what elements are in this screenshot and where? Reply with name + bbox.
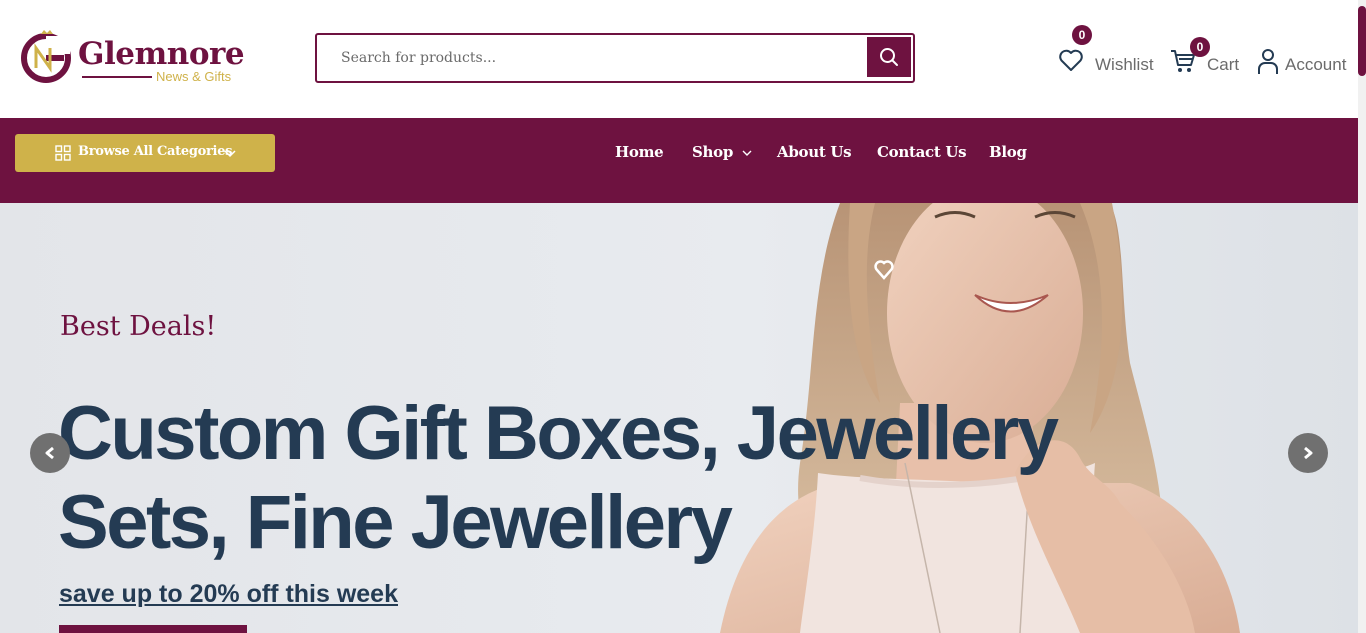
search-button[interactable] — [867, 37, 911, 77]
logo-tagline: News & Gifts — [156, 69, 232, 84]
cart-label: Cart — [1207, 55, 1240, 74]
chevron-right-icon — [1304, 446, 1313, 460]
search-icon — [880, 48, 898, 66]
wishlist-count-badge: 0 — [1072, 25, 1092, 45]
logo-emblem-icon — [21, 30, 71, 83]
slider-next-button[interactable] — [1288, 433, 1328, 473]
hero-cta-button[interactable] — [59, 625, 247, 633]
hero-title: Custom Gift Boxes, Jewellery Sets, Fine … — [58, 391, 1059, 565]
nav-contact-us[interactable]: Contact Us — [877, 143, 967, 161]
search-input[interactable] — [317, 35, 857, 81]
site-header: Glemnore News & Gifts 0 Wishlist 0 Cart — [0, 0, 1358, 118]
hero-slider: Best Deals! Custom Gift Boxes, Jewellery… — [0, 203, 1358, 633]
site-logo[interactable]: Glemnore News & Gifts — [20, 28, 250, 88]
cart-count-badge: 0 — [1190, 37, 1210, 57]
nav-home[interactable]: Home — [615, 143, 664, 161]
nav-shop[interactable]: Shop — [692, 143, 752, 161]
main-navbar: Browse All Categories Home Shop About Us… — [0, 118, 1358, 203]
user-icon — [1258, 49, 1278, 74]
hero-kicker: Best Deals! — [60, 311, 217, 342]
grid-icon — [55, 145, 71, 161]
search-bar — [315, 33, 915, 83]
account-label: Account — [1285, 55, 1347, 74]
cart-link[interactable]: 0 Cart — [1169, 37, 1241, 81]
page-scrollbar[interactable] — [1358, 0, 1366, 633]
wishlist-link[interactable]: 0 Wishlist — [1058, 25, 1154, 81]
logo-wordmark: Glemnore — [78, 36, 245, 72]
nav-shop-label: Shop — [692, 143, 734, 161]
chevron-down-icon — [224, 150, 236, 158]
browse-categories-button[interactable]: Browse All Categories — [15, 134, 275, 172]
slider-prev-button[interactable] — [30, 433, 70, 473]
logo-divider — [82, 76, 152, 78]
nav-blog[interactable]: Blog — [989, 143, 1027, 161]
account-link[interactable]: Account — [1256, 45, 1348, 81]
chevron-down-icon — [742, 150, 752, 156]
scrollbar-thumb[interactable] — [1358, 6, 1366, 76]
nav-about-us[interactable]: About Us — [777, 143, 852, 161]
wishlist-label: Wishlist — [1095, 55, 1154, 74]
chevron-left-icon — [45, 446, 54, 460]
heart-icon — [1059, 49, 1083, 71]
hero-subtitle-link[interactable]: save up to 20% off this week — [59, 580, 398, 609]
browse-categories-label: Browse All Categories — [78, 144, 233, 159]
